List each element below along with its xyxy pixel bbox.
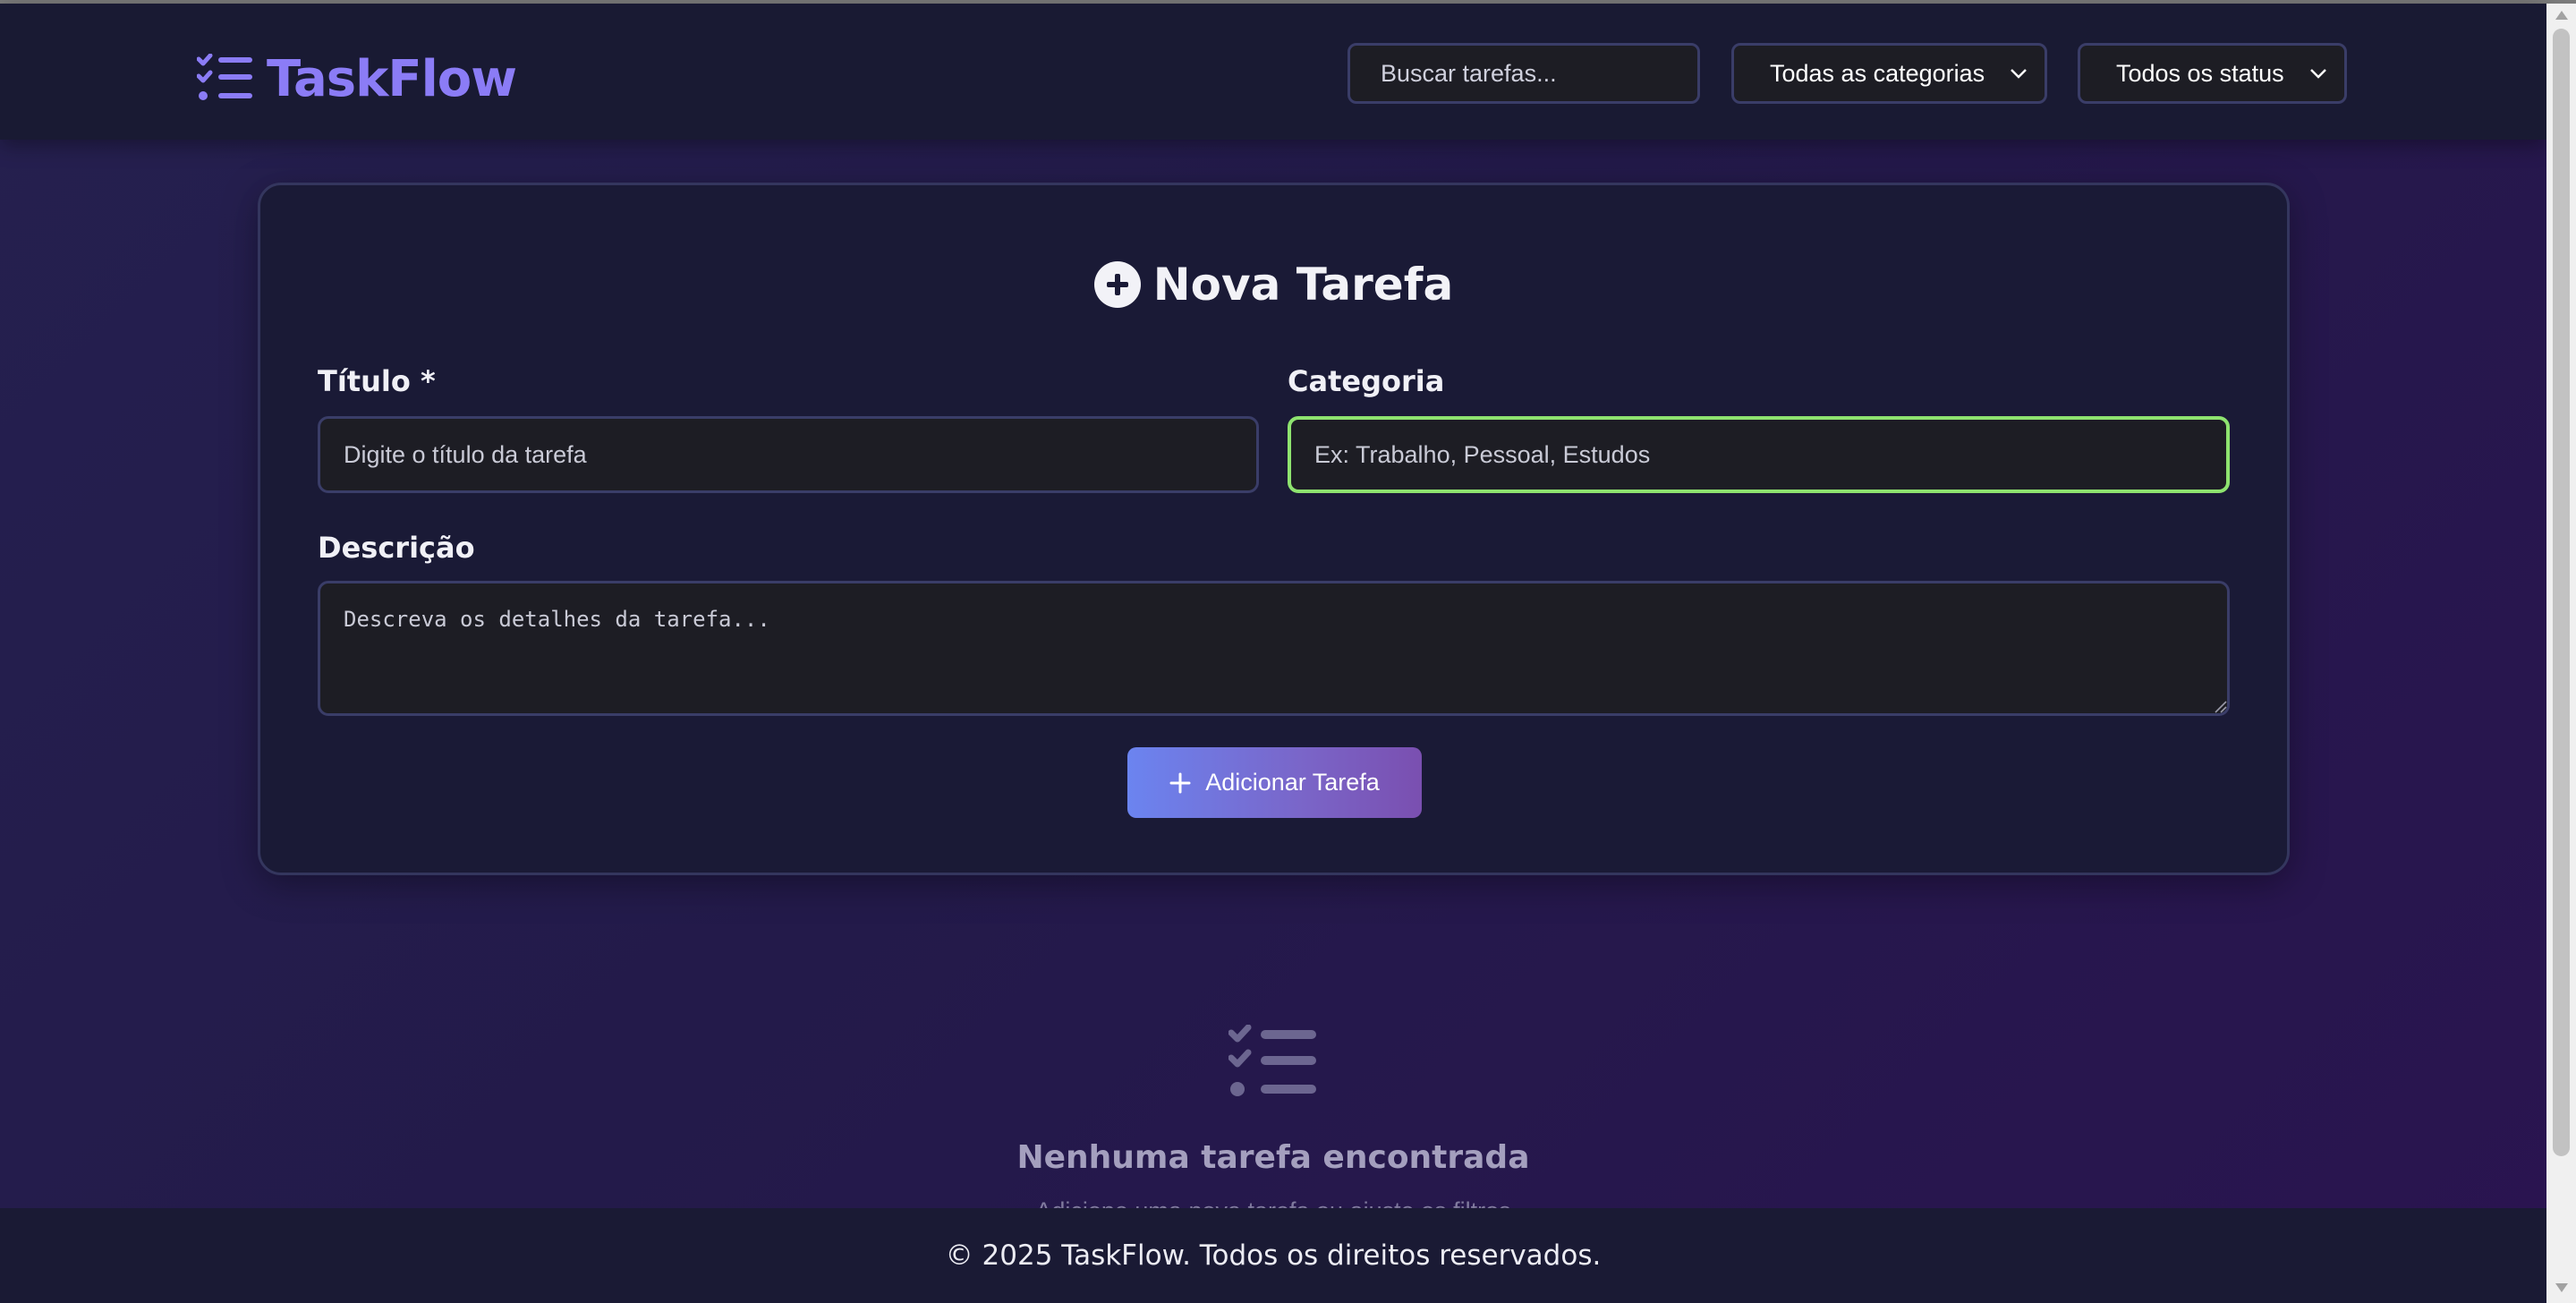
status-filter-select[interactable]: Todos os status	[2078, 43, 2347, 104]
task-list-icon	[197, 54, 252, 100]
scrollbar-thumb[interactable]	[2553, 29, 2570, 1156]
description-field-label: Descrição	[318, 531, 475, 565]
chevron-down-icon	[2011, 69, 2027, 79]
description-textarea[interactable]	[318, 581, 2230, 716]
category-filter-select[interactable]: Todas as categorias	[1731, 43, 2047, 104]
task-list-icon	[1228, 1025, 1316, 1096]
new-task-heading: Nova Tarefa	[260, 257, 2287, 312]
plus-circle-icon	[1093, 261, 1141, 308]
plus-icon	[1169, 772, 1191, 793]
app-logo[interactable]: TaskFlow	[197, 48, 517, 109]
add-task-button[interactable]: Adicionar Tarefa	[1127, 747, 1422, 818]
category-filter-value: Todas as categorias	[1770, 59, 1985, 87]
app-name: TaskFlow	[267, 49, 517, 108]
footer-copyright: © 2025 TaskFlow. Todos os direitos reser…	[945, 1239, 1602, 1272]
app-header: TaskFlow Todas as categorias Todos os st…	[0, 4, 2546, 140]
new-task-title: Nova Tarefa	[1152, 259, 1454, 311]
add-task-button-label: Adicionar Tarefa	[1205, 769, 1380, 796]
title-input[interactable]	[318, 416, 1259, 493]
new-task-card: Nova Tarefa Título * Categoria Descrição…	[258, 183, 2290, 875]
scroll-up-arrow-icon[interactable]	[2555, 11, 2568, 20]
resize-handle-icon[interactable]	[2213, 699, 2227, 713]
empty-state-title: Nenhuma tarefa encontrada	[1016, 1139, 1530, 1176]
search-input[interactable]	[1348, 43, 1700, 104]
chevron-down-icon	[2310, 69, 2326, 79]
category-input[interactable]	[1288, 416, 2230, 493]
vertical-scrollbar[interactable]	[2546, 4, 2576, 1303]
scroll-down-arrow-icon[interactable]	[2555, 1283, 2568, 1292]
category-field-label: Categoria	[1288, 364, 1445, 398]
status-filter-value: Todos os status	[2116, 59, 2284, 87]
title-field-label: Título *	[318, 364, 436, 398]
app-footer: © 2025 TaskFlow. Todos os direitos reser…	[0, 1208, 2546, 1303]
